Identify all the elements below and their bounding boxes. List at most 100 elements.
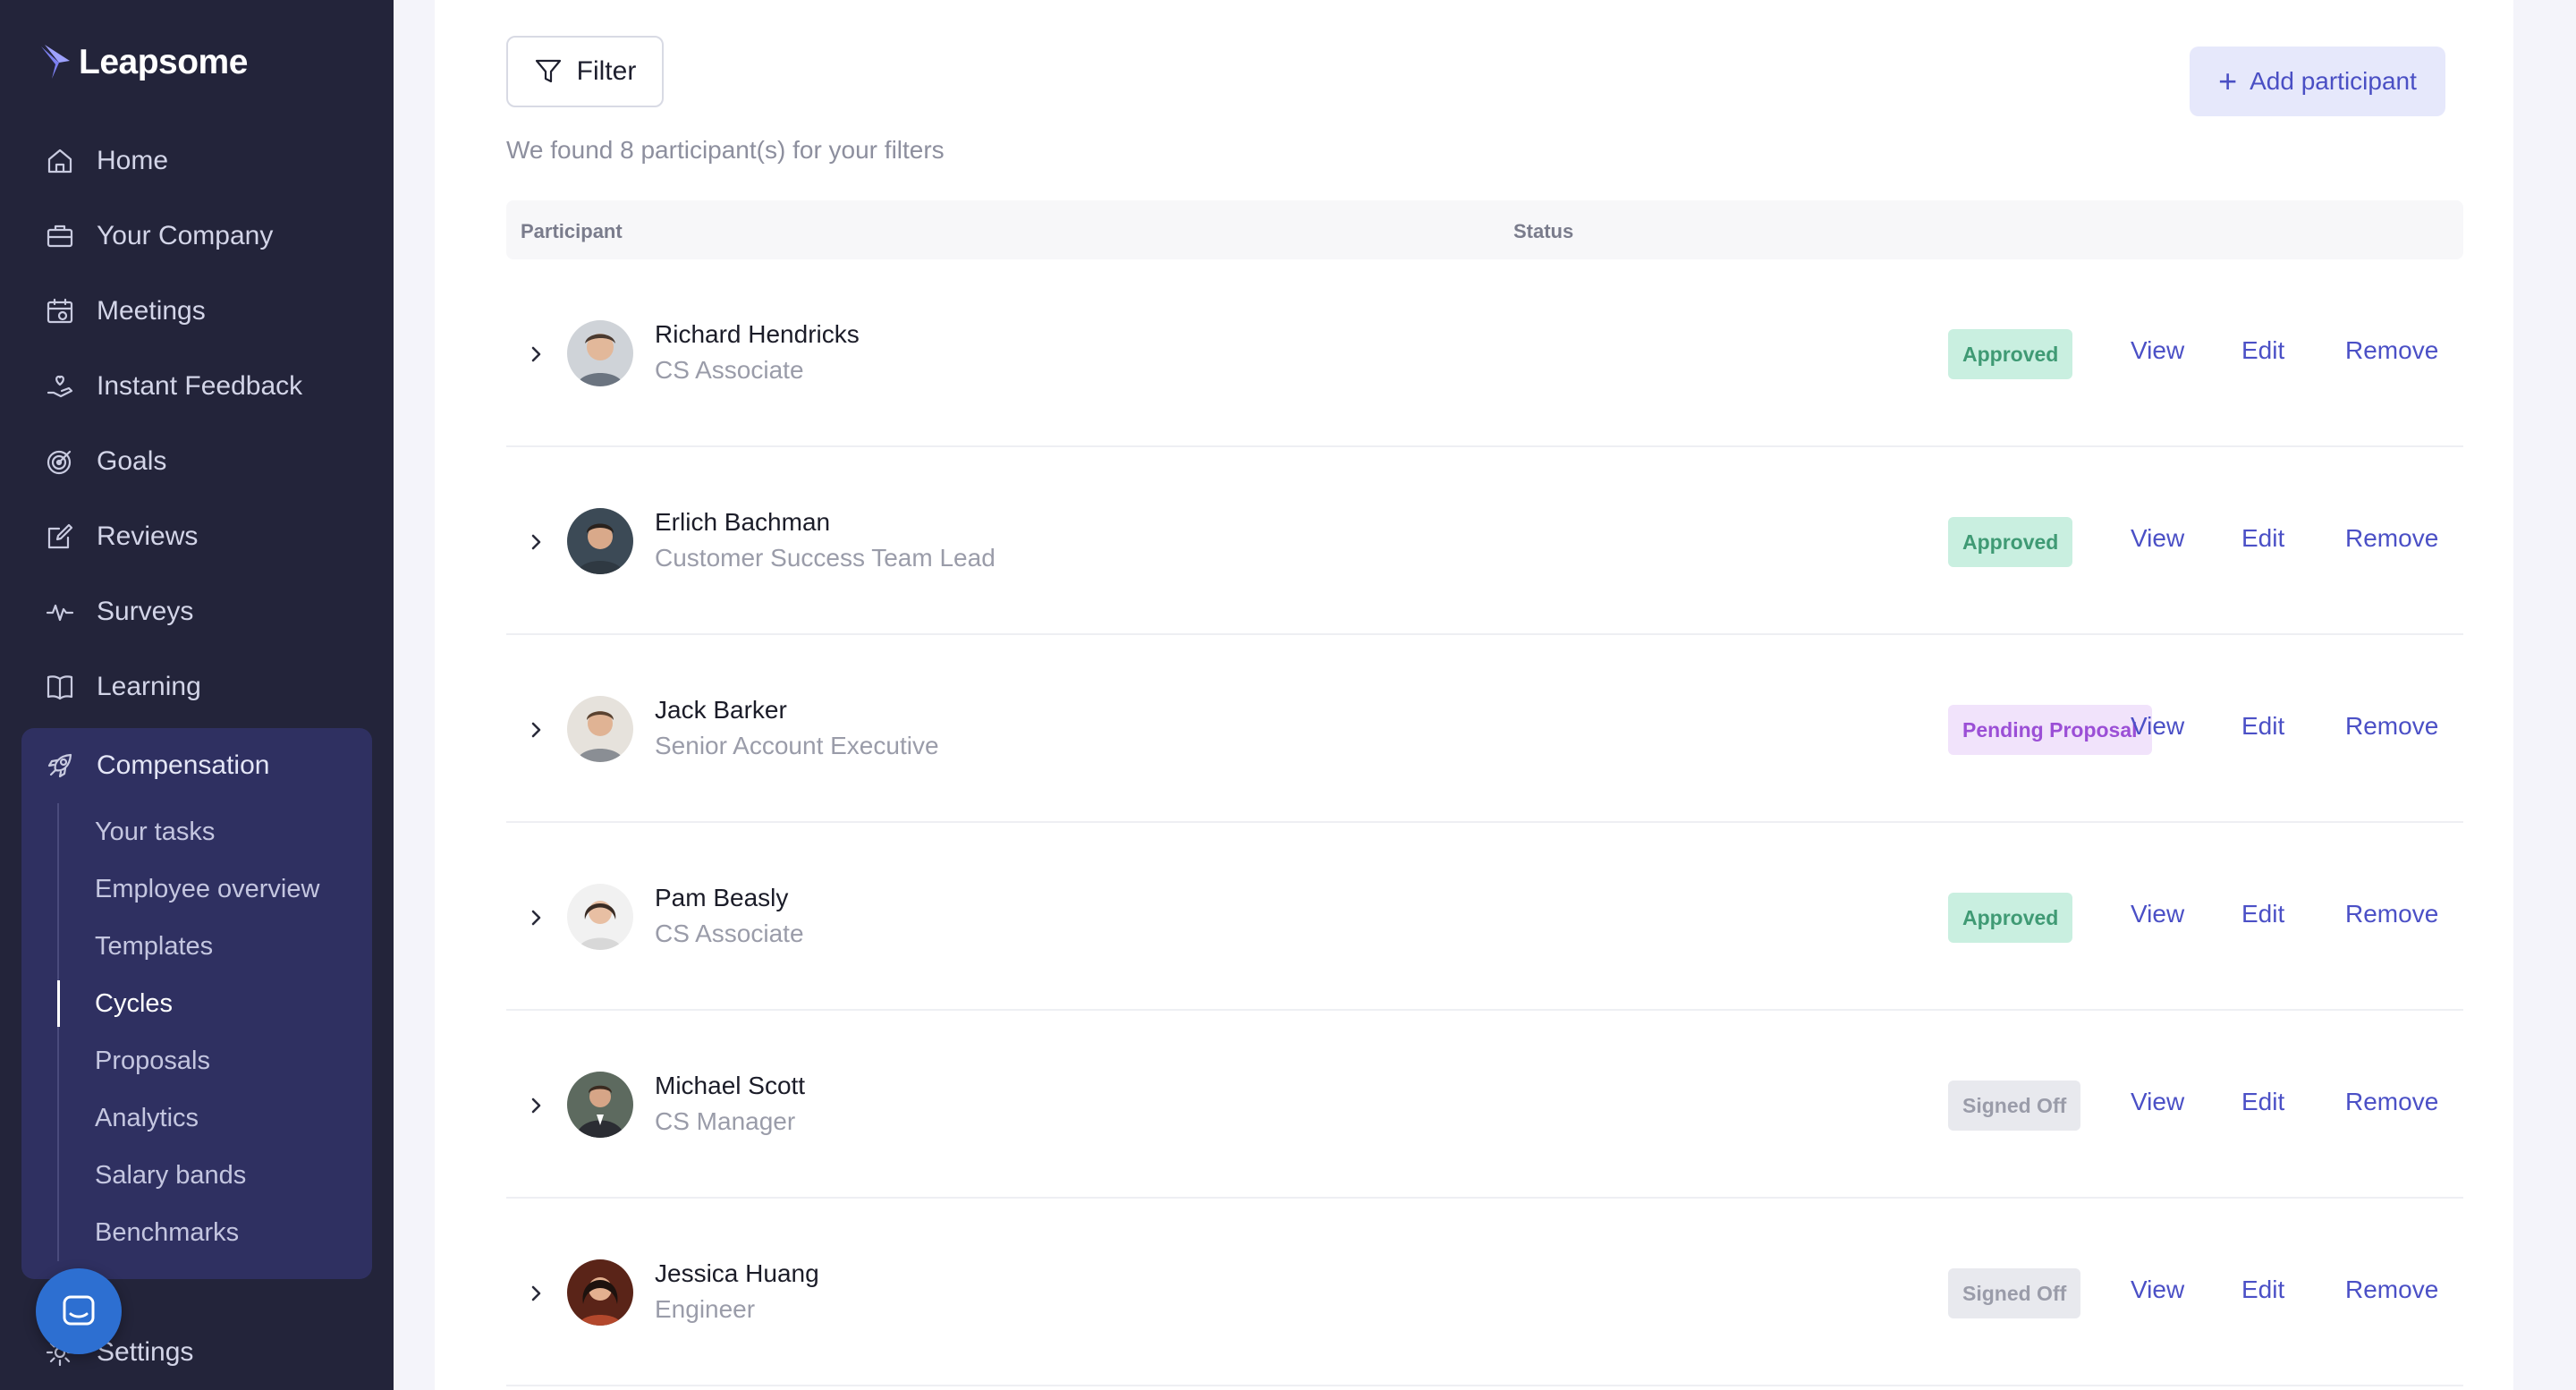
participant-role: Senior Account Executive: [655, 732, 939, 759]
subnav-item-benchmarks[interactable]: Benchmarks: [57, 1204, 372, 1261]
sidebar-item-goals[interactable]: Goals: [21, 424, 372, 499]
subnav-item-employee-overview[interactable]: Employee overview: [57, 860, 372, 918]
remove-link[interactable]: Remove: [2345, 900, 2438, 928]
avatar: [567, 696, 633, 762]
filter-icon: [535, 59, 561, 83]
status-badge: Signed Off: [1948, 1268, 2081, 1318]
brand-logo[interactable]: Leapsome: [39, 43, 248, 82]
participant-name: Pam Beasly: [655, 884, 789, 911]
sidebar-item-label: Settings: [97, 1337, 194, 1367]
edit-link[interactable]: Edit: [2241, 524, 2284, 553]
chevron-right-icon[interactable]: [528, 1284, 546, 1302]
chevron-right-icon[interactable]: [528, 345, 546, 363]
brand-name: Leapsome: [79, 43, 248, 81]
view-link[interactable]: View: [2131, 336, 2184, 365]
main-content: Filter + Add participant We found 8 part…: [435, 0, 2513, 1390]
sidebar-item-your-company[interactable]: Your Company: [21, 199, 372, 274]
view-link[interactable]: View: [2131, 1088, 2184, 1116]
sidebar-item-label: Home: [97, 146, 169, 175]
avatar: [567, 1072, 633, 1138]
sidebar: Leapsome Home Your Company Meetings Inst…: [0, 0, 394, 1390]
participant-role: Customer Success Team Lead: [655, 544, 996, 572]
edit-link[interactable]: Edit: [2241, 900, 2284, 928]
subnav-item-salary-bands[interactable]: Salary bands: [57, 1147, 372, 1204]
left-gutter: [394, 0, 435, 1390]
avatar: [567, 320, 633, 386]
compensation-group: Compensation Your tasks Employee overvie…: [21, 728, 372, 1279]
view-link[interactable]: View: [2131, 524, 2184, 553]
sidebar-item-reviews[interactable]: Reviews: [21, 499, 372, 574]
view-link[interactable]: View: [2131, 712, 2184, 741]
filter-button[interactable]: Filter: [506, 36, 664, 107]
view-link[interactable]: View: [2131, 1276, 2184, 1304]
participant-name: Michael Scott: [655, 1072, 806, 1099]
subnav-item-cycles[interactable]: Cycles: [57, 975, 372, 1032]
status-badge: Signed Off: [1948, 1081, 2081, 1131]
table-row: Pam Beasly CS Associate Approved View Ed…: [506, 823, 2463, 1011]
rocket-icon: [45, 750, 75, 781]
subnav-item-proposals[interactable]: Proposals: [57, 1032, 372, 1089]
column-header-participant: Participant: [521, 220, 623, 242]
filter-button-label: Filter: [576, 56, 637, 86]
calendar-icon: [45, 296, 75, 326]
sidebar-item-instant-feedback[interactable]: Instant Feedback: [21, 349, 372, 424]
sidebar-item-label: Surveys: [97, 597, 194, 626]
sidebar-item-label: Learning: [97, 672, 201, 701]
chat-launcher-button[interactable]: [36, 1268, 122, 1354]
sidebar-item-label: Your Company: [97, 221, 274, 250]
subnav-item-analytics[interactable]: Analytics: [57, 1089, 372, 1147]
sidebar-item-surveys[interactable]: Surveys: [21, 574, 372, 649]
sidebar-item-compensation[interactable]: Compensation: [21, 728, 372, 803]
status-badge: Approved: [1948, 517, 2073, 567]
pulse-icon: [45, 597, 75, 627]
sidebar-item-meetings[interactable]: Meetings: [21, 274, 372, 349]
edit-link[interactable]: Edit: [2241, 1088, 2284, 1116]
hand-heart-icon: [45, 371, 75, 402]
sidebar-item-label: Compensation: [97, 750, 270, 780]
add-participant-button[interactable]: + Add participant: [2190, 47, 2445, 116]
status-badge: Approved: [1948, 893, 2073, 943]
remove-link[interactable]: Remove: [2345, 524, 2438, 553]
remove-link[interactable]: Remove: [2345, 712, 2438, 741]
sidebar-nav: Home Your Company Meetings Instant Feedb…: [21, 123, 372, 1279]
chevron-right-icon[interactable]: [528, 533, 546, 551]
edit-link[interactable]: Edit: [2241, 1276, 2284, 1304]
table-header: Participant Status: [506, 200, 2463, 259]
results-count-text: We found 8 participant(s) for your filte…: [506, 136, 945, 164]
status-badge: Approved: [1948, 329, 2073, 379]
sidebar-item-label: Goals: [97, 446, 167, 476]
avatar: [567, 508, 633, 574]
remove-link[interactable]: Remove: [2345, 1276, 2438, 1304]
remove-link[interactable]: Remove: [2345, 336, 2438, 365]
add-participant-label: Add participant: [2250, 67, 2417, 95]
right-gutter: [2513, 0, 2576, 1390]
sidebar-item-learning[interactable]: Learning: [21, 649, 372, 725]
participant-role: CS Associate: [655, 920, 804, 947]
participant-name: Richard Hendricks: [655, 320, 860, 348]
participant-role: CS Associate: [655, 356, 804, 384]
chat-icon: [63, 1295, 95, 1326]
avatar: [567, 1259, 633, 1326]
chevron-right-icon[interactable]: [528, 721, 546, 739]
sidebar-item-label: Meetings: [97, 296, 206, 326]
compensation-subnav: Your tasks Employee overview Templates C…: [57, 803, 372, 1261]
participant-name: Erlich Bachman: [655, 508, 831, 536]
subnav-item-templates[interactable]: Templates: [57, 918, 372, 975]
table-row: Jessica Huang Engineer Signed Off View E…: [506, 1199, 2463, 1386]
edit-link[interactable]: Edit: [2241, 712, 2284, 741]
participant-role: CS Manager: [655, 1107, 796, 1135]
chevron-right-icon[interactable]: [528, 1097, 546, 1115]
sidebar-item-label: Reviews: [97, 521, 199, 551]
table-row: Jack Barker Senior Account Executive Pen…: [506, 635, 2463, 823]
table-row: Erlich Bachman Customer Success Team Lea…: [506, 447, 2463, 635]
book-icon: [45, 672, 75, 702]
target-icon: [45, 446, 75, 477]
chevron-right-icon[interactable]: [528, 909, 546, 927]
edit-link[interactable]: Edit: [2241, 336, 2284, 365]
sidebar-item-home[interactable]: Home: [21, 123, 372, 199]
participant-name: Jessica Huang: [655, 1259, 819, 1287]
remove-link[interactable]: Remove: [2345, 1088, 2438, 1116]
column-header-status: Status: [1513, 220, 1574, 242]
subnav-item-your-tasks[interactable]: Your tasks: [57, 803, 372, 860]
view-link[interactable]: View: [2131, 900, 2184, 928]
